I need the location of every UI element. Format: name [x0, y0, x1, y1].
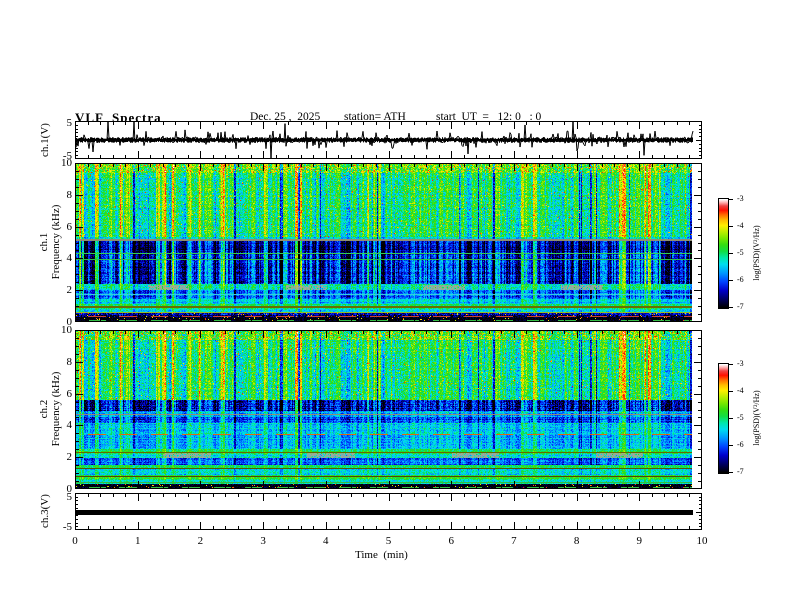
- colorbar-2-tick--4: -4: [737, 386, 744, 395]
- spec2-y-tick-4: 4: [66, 419, 73, 432]
- colorbar-2: [718, 363, 735, 474]
- ch1-spectrogram-canvas: [75, 163, 702, 322]
- x-tick-0: 0: [72, 535, 78, 547]
- ch3-ymin-label: -5: [62, 521, 72, 533]
- x-tick-3: 3: [260, 535, 266, 547]
- spec2-y-tick-8: 8: [66, 355, 73, 368]
- x-tick-9: 9: [636, 535, 643, 547]
- spec1-y-tick-2: 2: [66, 284, 73, 297]
- spec1-y-axis-label: ch.1 Frequency (kHz): [38, 205, 62, 280]
- spec1-y-tick-6: 6: [66, 220, 73, 233]
- colorbar-2-tick--6: -6: [737, 440, 744, 449]
- spec2-y-axis-label-line1: ch.2: [38, 399, 50, 419]
- ch1-waveform-canvas: [75, 121, 702, 159]
- colorbar-1-tick--7: -7: [737, 302, 744, 311]
- ch1-ymax-label: 5: [66, 117, 73, 129]
- colorbar-2-tick--7: -7: [737, 467, 744, 476]
- x-tick-8: 8: [573, 535, 580, 547]
- x-axis-title: Time (min): [355, 549, 408, 561]
- spec1-y-axis-label-line1: ch.1: [38, 232, 50, 252]
- x-tick-10: 10: [696, 535, 708, 547]
- colorbar-1-tick--5: -5: [737, 248, 744, 257]
- x-tick-1: 1: [134, 535, 141, 547]
- spec2-y-tick-0: 0: [66, 483, 73, 495]
- spec2-y-tick-6: 6: [66, 387, 73, 400]
- colorbar-1: [718, 198, 735, 309]
- ch3-waveform-canvas: [75, 493, 702, 530]
- spec2-y-tick-10: 10: [61, 324, 72, 336]
- colorbar-2-label: log(PSD)(V²/Hz): [752, 390, 761, 446]
- spec2-y-tick-2: 2: [66, 451, 73, 464]
- colorbar-2-tick--5: -5: [737, 413, 744, 422]
- colorbar-1-tick--3: -3: [737, 194, 744, 203]
- x-tick-6: 6: [448, 535, 454, 547]
- spec1-y-tick-8: 8: [66, 188, 73, 201]
- ch2-spectrogram-canvas: [75, 330, 702, 489]
- colorbar-1-tick--6: -6: [737, 275, 744, 284]
- x-tick-5: 5: [385, 535, 392, 547]
- spec1-y-axis-label-line2: Frequency (kHz): [50, 204, 62, 280]
- x-tick-4: 4: [323, 535, 329, 547]
- spec2-y-axis-label-line2: Frequency (kHz): [50, 371, 62, 447]
- spec1-y-tick-10: 10: [61, 157, 72, 169]
- x-tick-7: 7: [511, 535, 517, 547]
- spec2-y-axis-label: ch.2 Frequency (kHz): [38, 372, 62, 447]
- spec1-y-tick-4: 4: [66, 252, 73, 265]
- colorbar-2-tick--3: -3: [737, 359, 744, 368]
- vlf-spectra-figure: { "header": { "title": "VLF Spectra", "d…: [0, 0, 792, 612]
- x-tick-2: 2: [197, 535, 204, 547]
- colorbar-1-label: log(PSD)(V²/Hz): [752, 225, 761, 281]
- colorbar-1-tick--4: -4: [737, 221, 744, 230]
